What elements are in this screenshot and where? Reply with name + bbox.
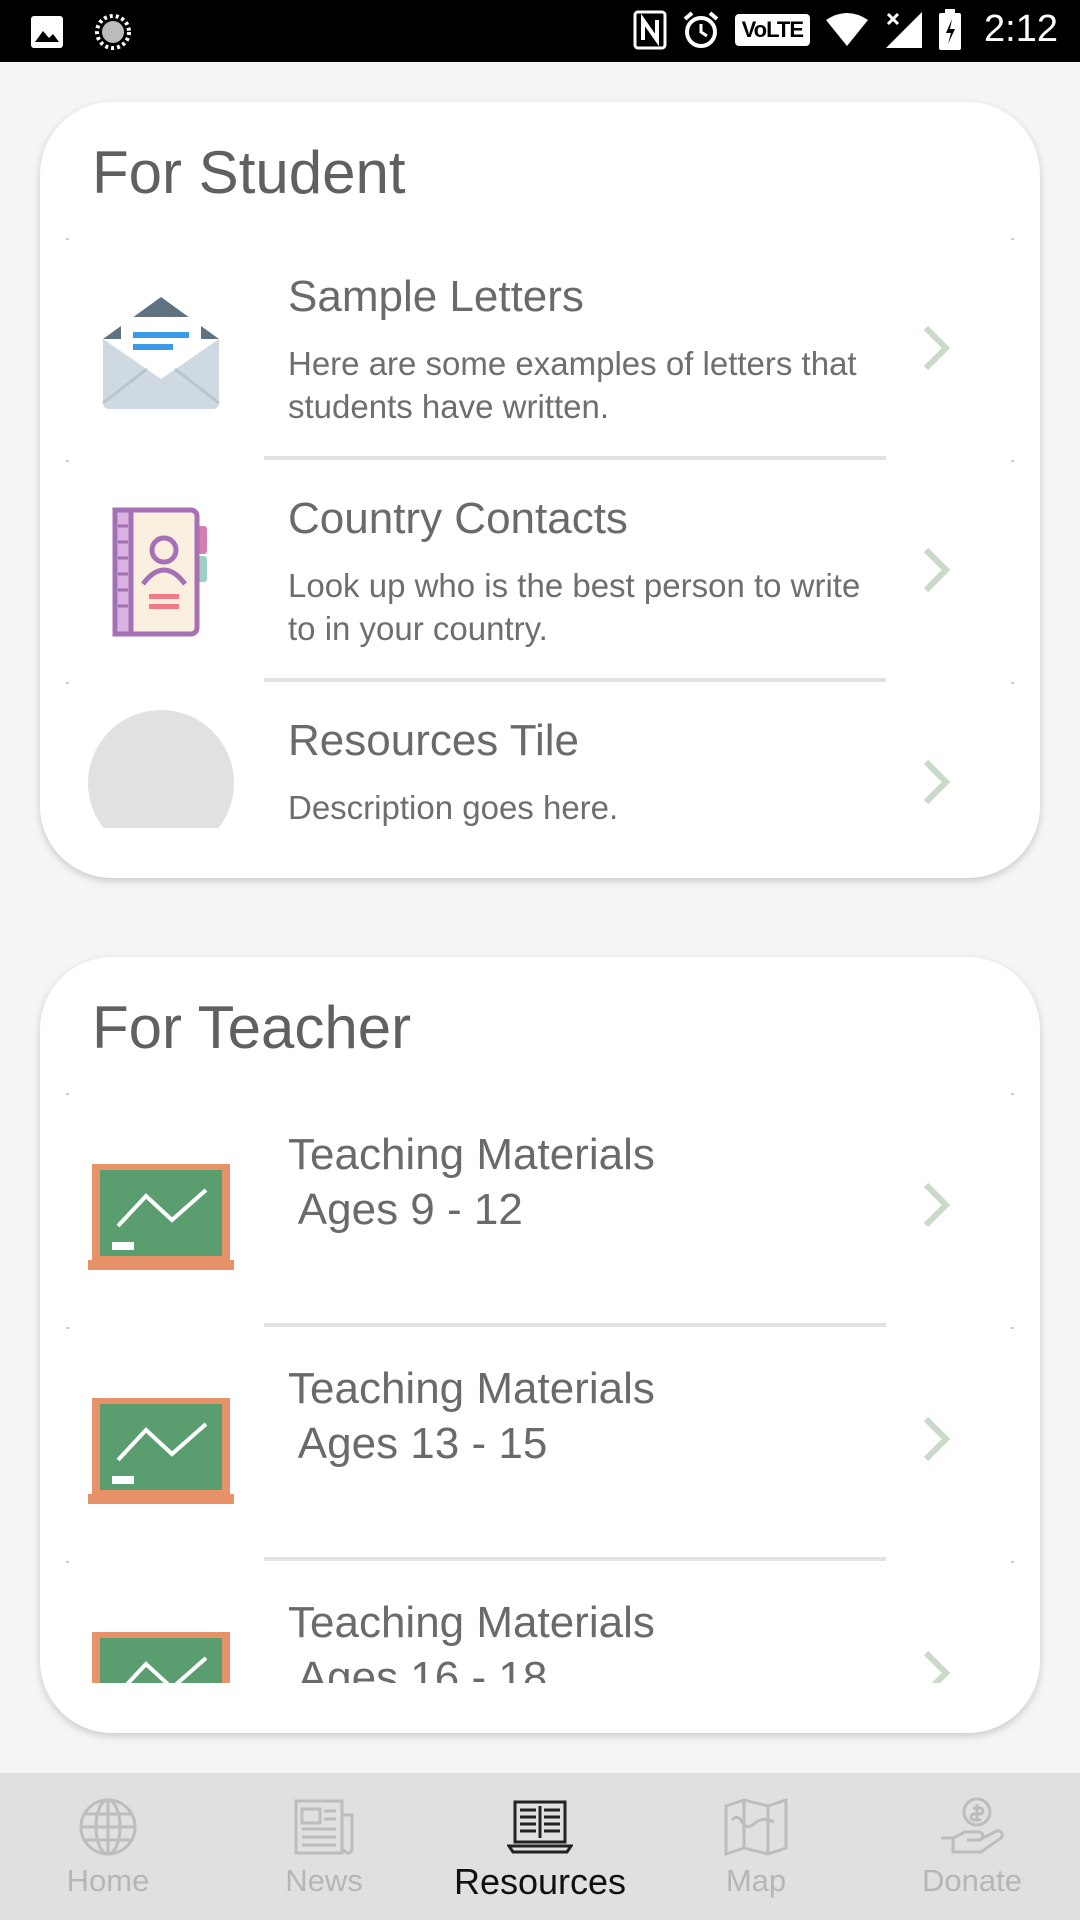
item-title: Teaching Materials Ages 9 - 12	[288, 1130, 655, 1234]
list-item-country-contacts[interactable]: Country Contacts Look up who is the best…	[64, 460, 1016, 682]
nav-map[interactable]: Map	[648, 1773, 864, 1920]
list-item-teaching-materials-13-15[interactable]: Teaching Materials Ages 13 - 15	[64, 1327, 1016, 1561]
envelope-icon	[88, 278, 234, 424]
gallery-icon	[31, 16, 63, 48]
nav-label: Donate	[922, 1863, 1022, 1898]
item-description: Description goes here.	[288, 789, 619, 826]
nav-resources[interactable]: Resources	[432, 1773, 648, 1920]
map-icon	[724, 1798, 788, 1856]
nav-home[interactable]: Home	[0, 1773, 216, 1920]
item-title: Teaching Materials Ages 16 - 18	[288, 1598, 655, 1683]
bottom-navigation: Home News Resources Map Donate	[0, 1773, 1080, 1920]
battery-icon	[939, 8, 962, 50]
list-item-resources-tile[interactable]: Resources Tile Description goes here.	[64, 682, 1016, 828]
nav-news[interactable]: News	[216, 1773, 432, 1920]
chalkboard-icon	[88, 1143, 234, 1289]
nav-label: Resources	[453, 1861, 627, 1902]
spinner-icon	[95, 14, 131, 50]
item-description: Here are some examples of letters that s…	[288, 345, 857, 425]
volte-icon: VoLTE	[734, 13, 811, 46]
status-bar: VoLTE 2:12	[0, 0, 1080, 62]
newspaper-icon	[294, 1799, 354, 1855]
list-item-sample-letters[interactable]: Sample Letters Here are some examples of…	[64, 238, 1016, 460]
placeholder-image	[88, 710, 234, 828]
item-title: Resources Tile	[288, 716, 580, 765]
student-section-card: For Student Sample Letters Here are some…	[40, 102, 1040, 878]
alarm-icon	[683, 10, 718, 48]
chevron-right-icon	[923, 547, 951, 593]
signal-icon	[886, 11, 923, 48]
nav-donate[interactable]: Donate	[864, 1773, 1080, 1920]
teacher-section-card: For Teacher Teaching Materials Ages 9 - …	[40, 957, 1040, 1733]
nav-label: Map	[725, 1863, 787, 1898]
chevron-right-icon	[923, 1182, 951, 1228]
clock: 2:12	[984, 8, 1058, 50]
chalkboard-icon	[88, 1377, 234, 1523]
item-title: Sample Letters	[288, 272, 584, 321]
nfc-icon	[633, 10, 667, 49]
teacher-resource-list[interactable]: Teaching Materials Ages 9 - 12 Teaching …	[64, 1093, 1016, 1683]
nav-label: Home	[66, 1863, 150, 1898]
item-description: Look up who is the best person to write …	[288, 567, 861, 647]
chalkboard-icon	[88, 1611, 234, 1683]
list-item-teaching-materials-9-12[interactable]: Teaching Materials Ages 9 - 12	[64, 1093, 1016, 1327]
section-title: For Student	[92, 139, 406, 206]
contact-book-icon	[88, 500, 234, 646]
chevron-right-icon	[923, 1650, 951, 1683]
chevron-right-icon	[923, 1416, 951, 1462]
list-item-teaching-materials-16-18[interactable]: Teaching Materials Ages 16 - 18	[64, 1561, 1016, 1683]
item-title: Country Contacts	[288, 494, 628, 543]
globe-icon	[79, 1798, 137, 1856]
laptop-book-icon	[507, 1800, 573, 1854]
nav-label: News	[285, 1863, 363, 1898]
student-resource-list[interactable]: Sample Letters Here are some examples of…	[64, 238, 1016, 828]
item-title: Teaching Materials Ages 13 - 15	[288, 1364, 655, 1468]
wifi-icon	[826, 12, 869, 46]
section-title: For Teacher	[92, 994, 412, 1061]
chevron-right-icon	[923, 325, 951, 371]
chevron-right-icon	[923, 759, 951, 805]
donate-hand-icon	[941, 1797, 1004, 1854]
